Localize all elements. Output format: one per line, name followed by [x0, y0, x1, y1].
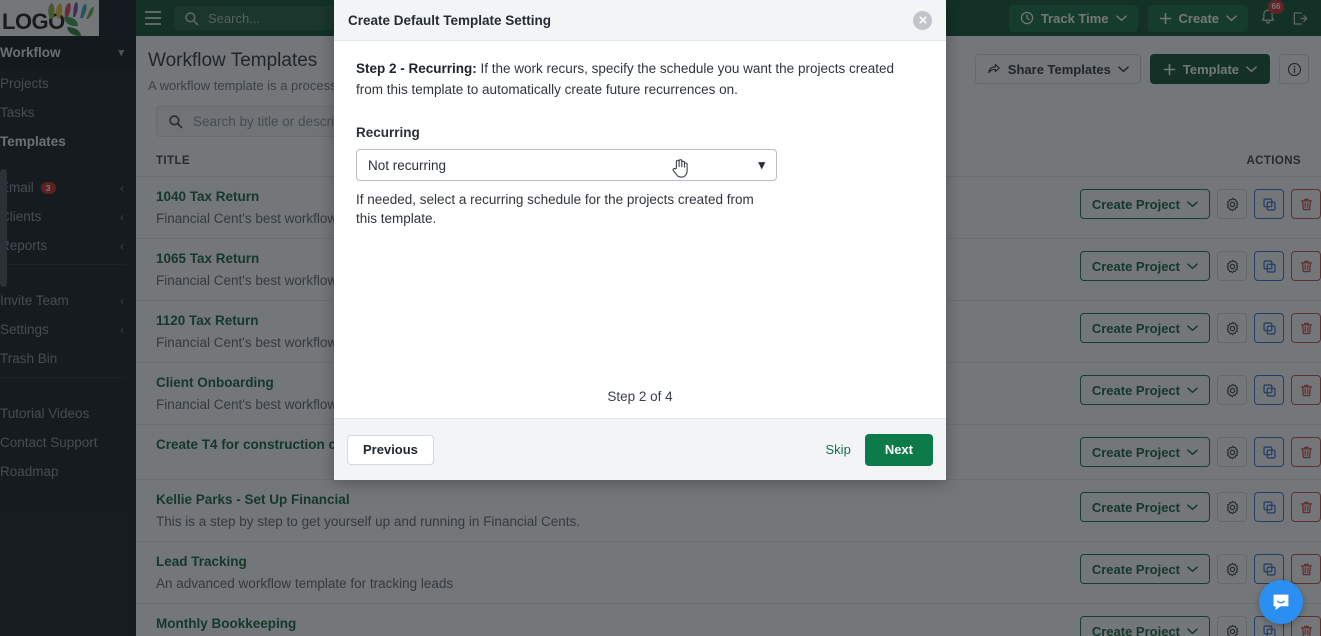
mouse-cursor-pointer [672, 159, 688, 178]
recurring-select[interactable]: Not recurring ▾ [356, 149, 777, 181]
close-icon[interactable] [913, 10, 932, 30]
chevron-down-icon: ▾ [758, 157, 765, 172]
step-description: Step 2 - Recurring: If the work recurs, … [356, 58, 924, 100]
modal-footer-right: Skip Next [826, 433, 933, 466]
recurring-select-value: Not recurring [368, 157, 447, 173]
close-x-icon [918, 16, 927, 24]
create-default-template-setting-modal: Create Default Template Setting Step 2 -… [334, 0, 946, 480]
modal-title: Create Default Template Setting [348, 12, 552, 28]
step-description-strong: Step 2 - Recurring: [356, 61, 477, 76]
recurring-field-label: Recurring [356, 125, 420, 140]
previous-button[interactable]: Previous [347, 434, 434, 465]
modal-header: Create Default Template Setting [334, 0, 946, 41]
chat-bubble-icon [1273, 594, 1289, 610]
skip-link[interactable]: Skip [826, 442, 851, 457]
next-button[interactable]: Next [864, 433, 933, 466]
step-counter: Step 2 of 4 [607, 389, 673, 404]
modal-body: Step 2 - Recurring: If the work recurs, … [334, 41, 946, 418]
recurring-field-help: If needed, select a recurring schedule f… [356, 192, 754, 226]
modal-footer: Previous Skip Next [334, 418, 946, 480]
chat-widget-button[interactable] [1259, 580, 1303, 624]
